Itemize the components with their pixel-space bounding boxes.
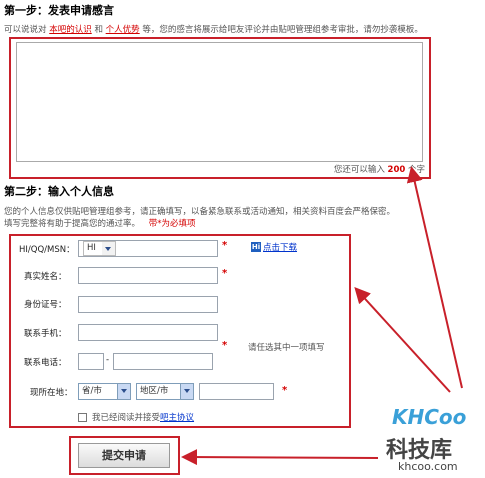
watermark-logo: KHCoo xyxy=(392,405,467,429)
arrow-to-statement xyxy=(406,166,463,389)
watermark-url: khcoo.com xyxy=(398,460,458,473)
arrow-to-form xyxy=(354,287,451,393)
arrow-to-submit xyxy=(181,449,379,466)
